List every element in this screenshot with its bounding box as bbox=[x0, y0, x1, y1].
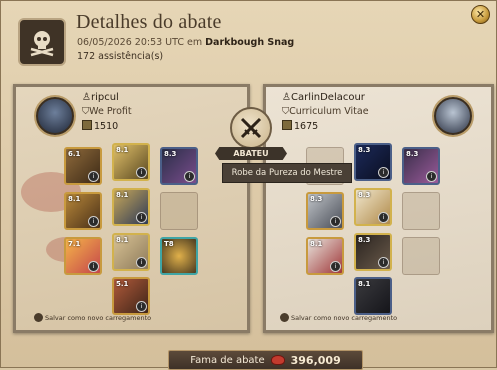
killer-guild: ⛉We Profit bbox=[82, 106, 132, 117]
equipment-slot-food-empty bbox=[402, 237, 440, 275]
victim-save-loadout[interactable]: Salvar como novo carregamento bbox=[280, 313, 397, 322]
equipment-slot-mount[interactable]: 8.1 bbox=[354, 277, 392, 315]
equipment-slot-cape[interactable]: 8.3 i bbox=[160, 147, 198, 185]
killer-save-loadout[interactable]: Salvar como novo carregamento bbox=[34, 313, 151, 322]
fame-value: 396,009 bbox=[290, 353, 341, 367]
fame-gem-icon bbox=[270, 355, 285, 365]
victim-name: ♙CarlinDelacour bbox=[282, 92, 365, 103]
item-tooltip: Robe da Pureza do Mestre bbox=[222, 163, 352, 183]
killer-panel: ♙ripcul ⛉We Profit 1510 6.1 i 8.1 i 8.3 i 8… bbox=[13, 84, 250, 333]
killer-avatar[interactable] bbox=[36, 97, 74, 135]
crossed-swords-icon bbox=[230, 107, 272, 149]
victim-guild: ⛉Curriculum Vitae bbox=[282, 106, 369, 117]
killer-name: ♙ripcul bbox=[82, 92, 119, 103]
equipment-slot-potion[interactable]: 7.1 i bbox=[64, 237, 102, 275]
equipment-slot-offhand-empty bbox=[160, 192, 198, 230]
page-title: Detalhes do abate bbox=[76, 11, 222, 33]
equipment-slot-armor[interactable]: 8.3 i bbox=[354, 188, 392, 226]
equipment-slot-mount[interactable]: 5.1 i bbox=[112, 277, 150, 315]
skull-crossbones-icon bbox=[18, 18, 66, 66]
save-loadout-icon bbox=[34, 313, 43, 322]
victim-item-power: 1675 bbox=[282, 120, 318, 132]
equipment-slot-food[interactable]: T8 bbox=[160, 237, 198, 275]
equipment-slot-armor[interactable]: 8.1 i bbox=[112, 188, 150, 226]
assists-count: 172 assistência(s) bbox=[77, 51, 164, 62]
killer-item-power: 1510 bbox=[82, 120, 118, 132]
equipment-slot-potion[interactable]: 8.1 i bbox=[306, 237, 344, 275]
item-power-icon bbox=[82, 120, 92, 130]
equipment-slot-head[interactable]: 8.3 i bbox=[354, 143, 392, 181]
equipment-slot-weapon[interactable]: 8.1 i bbox=[64, 192, 102, 230]
equipment-slot-shoes[interactable]: 8.1 i bbox=[112, 233, 150, 271]
equipment-slot-cape[interactable]: 8.3 i bbox=[402, 147, 440, 185]
kill-banner: ABATEU bbox=[215, 147, 287, 160]
equipment-slot-head[interactable]: 8.1 i bbox=[112, 143, 150, 181]
kill-datetime: 06/05/2026 20:53 UTC em bbox=[77, 37, 203, 48]
victim-panel: ♙CarlinDelacour ⛉Curriculum Vitae 1675 8… bbox=[263, 84, 494, 333]
victim-avatar[interactable] bbox=[434, 97, 472, 135]
equipment-slot-weapon[interactable]: 8.3 i bbox=[306, 192, 344, 230]
item-power-icon bbox=[282, 120, 292, 130]
kill-fame-bar: Fama de abate 396,009 bbox=[168, 350, 363, 370]
kill-meta: 06/05/2026 20:53 UTC em Darkbough Snag bbox=[77, 37, 294, 48]
fame-label: Fama de abate bbox=[190, 354, 265, 366]
kill-location: Darkbough Snag bbox=[205, 37, 295, 48]
equipment-slot-bag[interactable]: 6.1 i bbox=[64, 147, 102, 185]
equipment-slot-offhand-empty bbox=[402, 192, 440, 230]
close-icon: ✕ bbox=[475, 8, 486, 21]
close-button[interactable]: ✕ bbox=[471, 5, 490, 24]
kill-details-window: ✕ Detalhes do abate 06/05/2026 20:53 UTC… bbox=[0, 0, 497, 370]
equipment-slot-shoes[interactable]: 8.3 i bbox=[354, 233, 392, 271]
save-loadout-icon bbox=[280, 313, 289, 322]
